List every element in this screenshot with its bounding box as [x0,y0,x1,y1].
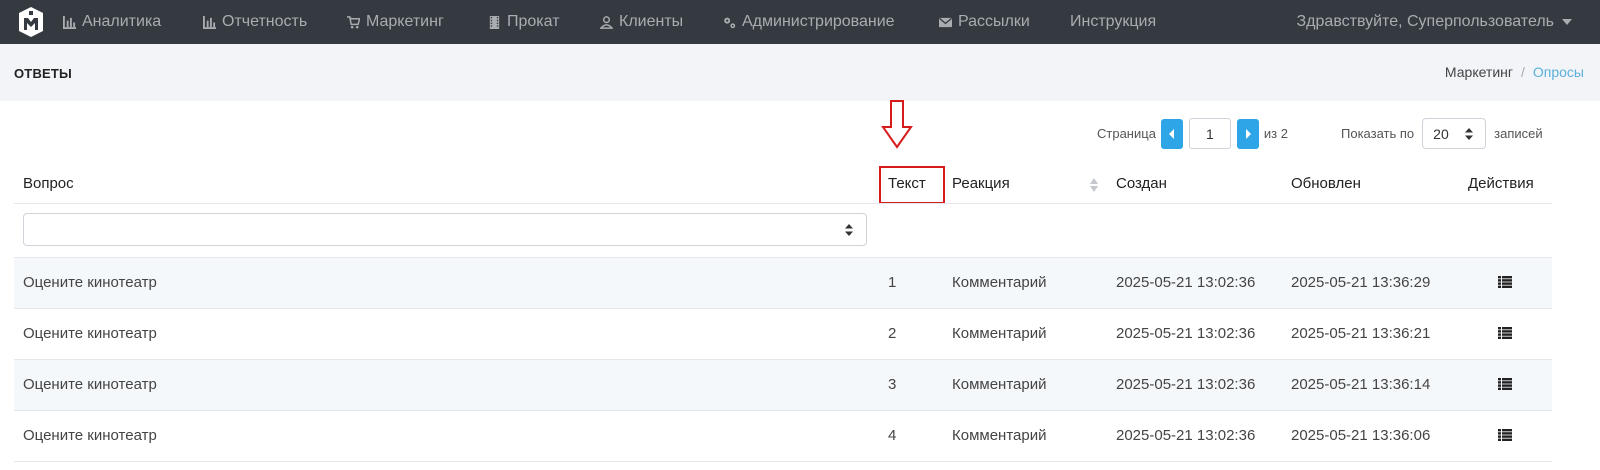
user-menu-dropdown[interactable]: Здравствуйте, Суперпользователь [1297,0,1572,44]
caret-right-icon [1245,128,1251,139]
breadcrumb-separator: / [1521,64,1525,80]
cell-reaction: Комментарий [952,376,1047,393]
table-row: Оцените кинотеатр 4 Комментарий 2025-05-… [14,411,1552,462]
column-header-reaction[interactable]: Реакция [952,175,1010,192]
page-number-input[interactable] [1188,118,1231,149]
cell-updated: 2025-05-21 13:36:29 [1291,274,1431,291]
page-size-value: 20 [1433,125,1449,142]
page-label: Страница [1097,126,1156,141]
cell-reaction: Комментарий [952,274,1047,291]
cell-question: Оцените кинотеатр [23,274,157,291]
nav-item-label: Прокат [507,13,560,30]
nav-item-label: Рассылки [958,13,1030,30]
film-icon [487,15,501,29]
cell-updated: 2025-05-21 13:36:06 [1291,427,1431,444]
cell-created: 2025-05-21 13:02:36 [1116,325,1256,342]
list-view-icon[interactable] [1498,429,1512,441]
table-row: Оцените кинотеатр 1 Комментарий 2025-05-… [14,258,1552,309]
bar-chart-icon [202,15,216,29]
column-header-actions: Действия [1468,175,1534,192]
caret-left-icon [1168,128,1174,139]
cell-text: 1 [888,274,897,291]
cell-question: Оцените кинотеатр [23,325,157,342]
nav-item-mailings[interactable]: Рассылки [938,0,1030,44]
list-view-icon[interactable] [1498,276,1512,288]
next-page-button[interactable] [1236,118,1259,149]
nav-item-marketing[interactable]: Маркетинг [346,0,444,44]
cell-reaction: Комментарий [952,427,1047,444]
nav-item-instruction[interactable]: Инструкция [1070,0,1156,44]
nav-item-reports[interactable]: Отчетность [202,0,307,44]
cell-text: 4 [888,427,897,444]
nav-item-administration[interactable]: Администрирование [722,0,895,44]
prev-page-button[interactable] [1160,118,1183,149]
column-header-updated[interactable]: Обновлен [1291,175,1361,192]
cell-text: 3 [888,376,897,393]
user-greeting: Здравствуйте, Суперпользователь [1296,13,1554,30]
cart-icon [346,15,360,29]
page-size-control: Показать по 20 записей [1341,118,1543,149]
caret-down-icon [1562,19,1572,25]
sort-arrows-icon [1465,128,1474,140]
cell-reaction: Комментарий [952,325,1047,342]
top-navbar: Аналитика Отчетность Маркетинг Прокат Кл… [0,0,1600,44]
page-title: ОТВЕТЫ [14,66,72,81]
breadcrumb-item-surveys[interactable]: Опросы [1533,64,1584,80]
gears-icon [722,15,736,29]
nav-item-rental[interactable]: Прокат [487,0,560,44]
table-row: Оцените кинотеатр 2 Комментарий 2025-05-… [14,309,1552,360]
table-divider [14,203,1552,204]
logo-icon[interactable] [18,6,44,38]
column-header-text[interactable]: Текст [888,175,926,192]
bar-chart-icon [62,15,76,29]
cell-created: 2025-05-21 13:02:36 [1116,274,1256,291]
sort-icon[interactable] [1089,177,1099,193]
table-divider [14,461,1552,462]
nav-item-analytics[interactable]: Аналитика [62,0,161,44]
nav-item-label: Клиенты [619,13,684,30]
cell-created: 2025-05-21 13:02:36 [1116,427,1256,444]
page-header: ОТВЕТЫ Маркетинг / Опросы [0,44,1600,101]
cell-updated: 2025-05-21 13:36:14 [1291,376,1431,393]
envelope-icon [938,15,952,29]
question-filter-select[interactable] [23,213,867,246]
breadcrumb-item-marketing[interactable]: Маркетинг [1445,64,1513,80]
table-row: Оцените кинотеатр 3 Комментарий 2025-05-… [14,360,1552,411]
cell-question: Оцените кинотеатр [23,376,157,393]
annotation-arrow-icon [881,100,913,149]
page-count-label: из 2 [1263,126,1288,141]
cell-text: 2 [888,325,897,342]
column-header-question[interactable]: Вопрос [23,175,74,192]
nav-item-label: Аналитика [82,13,162,30]
show-label: Показать по [1341,126,1415,141]
breadcrumb: Маркетинг / Опросы [1445,64,1584,80]
cell-updated: 2025-05-21 13:36:21 [1291,325,1431,342]
nav-item-label: Отчетность [222,13,308,30]
page-size-select[interactable]: 20 [1422,118,1487,149]
records-label: записей [1494,126,1543,141]
nav-item-clients[interactable]: Клиенты [599,0,683,44]
nav-item-label: Маркетинг [366,13,444,30]
user-icon [599,15,613,29]
cell-created: 2025-05-21 13:02:36 [1116,376,1256,393]
sort-arrows-icon [845,224,853,236]
nav-item-label: Инструкция [1070,13,1157,30]
list-view-icon[interactable] [1498,327,1512,339]
column-header-created[interactable]: Создан [1116,175,1167,192]
list-view-icon[interactable] [1498,378,1512,390]
pagination: Страница из 2 [1097,118,1288,149]
cell-question: Оцените кинотеатр [23,427,157,444]
nav-item-label: Администрирование [742,13,895,30]
